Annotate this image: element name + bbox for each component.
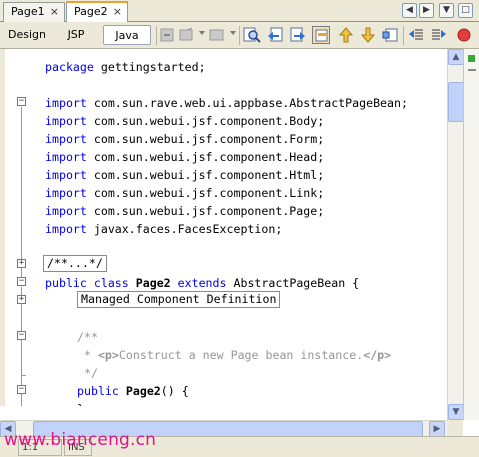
select-method-icon[interactable] [178, 26, 196, 44]
code-line-import: import com.sun.webui.jsf.component.Link; [45, 186, 325, 200]
chevron-down-icon[interactable] [199, 31, 205, 35]
folded-comment-placeholder[interactable]: /**...*/ [43, 255, 107, 272]
tab-page2[interactable]: Page2 × [66, 1, 128, 22]
folded-region-placeholder[interactable]: Managed Component Definition [77, 291, 281, 308]
tab-page1[interactable]: Page1 × [3, 2, 65, 22]
code-line-import: import com.sun.webui.jsf.component.Html; [45, 168, 325, 182]
scrollbar-corner [447, 420, 463, 436]
scroll-tabs-right-icon[interactable]: ▶ [419, 3, 434, 18]
fold-javadoc-collapse-icon[interactable]: − [17, 331, 26, 340]
code-line-import: import com.sun.webui.jsf.component.Page; [45, 204, 325, 218]
scroll-up-icon[interactable]: ▲ [448, 49, 464, 65]
close-tab-page2-icon[interactable]: × [113, 3, 122, 21]
vertical-scrollbar[interactable]: ▲ ▼ [447, 49, 464, 420]
editor-toolbar: Design JSP Java [0, 22, 479, 49]
toolbar-separator [403, 26, 404, 45]
design-view-button[interactable]: Design [4, 25, 50, 45]
watermark-text: www.bianceng.cn [4, 430, 157, 450]
code-line-javadoc-open: /** [77, 330, 98, 344]
editor-tab-bar: Page1 × Page2 × ◀ ▶ ▼ □ [0, 0, 479, 22]
code-editor[interactable]: − + − + − − package gettingstarted; impo… [0, 49, 463, 406]
no-errors-mark-icon [468, 55, 475, 62]
toggle-bookmark-icon[interactable] [381, 26, 399, 44]
code-line-closing-brace: } [77, 400, 84, 406]
fold-comment-expand-icon[interactable]: + [17, 259, 26, 268]
tab-list-dropdown-icon[interactable]: ▼ [439, 3, 454, 18]
error-stripe[interactable] [463, 49, 479, 420]
code-line-import: import com.sun.webui.jsf.component.Body; [45, 114, 325, 128]
vertical-scroll-thumb[interactable] [448, 82, 464, 122]
fold-constructor-collapse-icon[interactable]: − [17, 385, 26, 394]
previous-bookmark-icon[interactable] [337, 26, 355, 44]
next-bookmark-icon[interactable] [359, 26, 377, 44]
close-tab-page1-icon[interactable]: × [50, 3, 59, 21]
code-line-import: import com.sun.rave.web.ui.appbase.Abstr… [45, 96, 408, 110]
fold-line [21, 375, 26, 376]
find-next-icon[interactable] [289, 26, 307, 44]
java-view-button[interactable]: Java [103, 25, 151, 45]
code-line-constructor: public Page2() { [77, 384, 189, 398]
code-line-class-declaration: public class Page2 extends AbstractPageB… [45, 276, 360, 290]
shift-left-icon[interactable] [407, 26, 425, 44]
scroll-down-icon[interactable]: ▼ [448, 404, 464, 420]
code-line-javadoc-close: */ [77, 366, 98, 380]
select-field-icon[interactable] [158, 26, 176, 44]
code-line-package: package gettingstarted; [45, 60, 206, 74]
tab-label: Page1 [11, 5, 45, 18]
find-icon[interactable] [243, 26, 261, 44]
code-line-import: import javax.faces.FacesException; [45, 222, 283, 236]
toolbar-separator [239, 26, 240, 45]
tab-label: Page2 [74, 5, 108, 18]
maximize-window-icon[interactable]: □ [458, 3, 473, 18]
chevron-down-icon[interactable] [230, 31, 236, 35]
toolbar-separator [156, 26, 157, 45]
find-previous-icon[interactable] [266, 26, 284, 44]
annotation-mark[interactable] [468, 69, 476, 71]
shift-right-icon[interactable] [430, 26, 448, 44]
code-line-javadoc-text: * <p>Construct a new Page bean instance.… [77, 348, 392, 362]
fold-imports-collapse-icon[interactable]: − [17, 97, 26, 106]
code-line-import: import com.sun.webui.jsf.component.Head; [45, 150, 325, 164]
fold-class-collapse-icon[interactable]: − [17, 277, 26, 286]
jsp-view-button[interactable]: JSP [56, 25, 96, 45]
stop-record-macro-icon[interactable] [455, 26, 473, 44]
scroll-tabs-left-icon[interactable]: ◀ [402, 3, 417, 18]
toggle-highlight-icon[interactable] [312, 26, 330, 44]
code-line-import: import com.sun.webui.jsf.component.Form; [45, 132, 325, 146]
scroll-right-icon[interactable]: ▶ [429, 421, 445, 437]
select-property-icon[interactable] [208, 26, 226, 44]
fold-region-expand-icon[interactable]: + [17, 295, 26, 304]
